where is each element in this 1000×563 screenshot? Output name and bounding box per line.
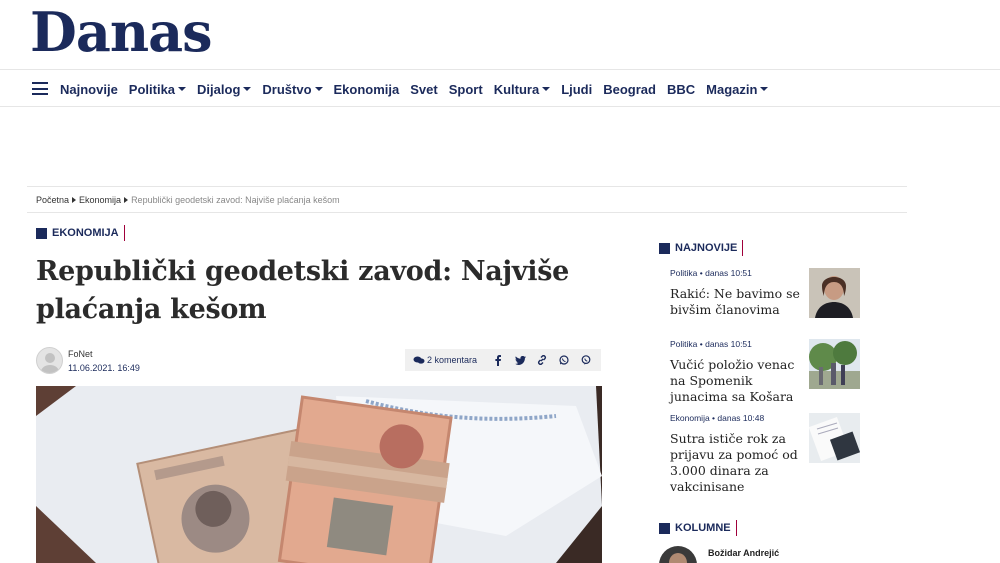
- latest-heading: NAJNOVIJE: [659, 240, 744, 256]
- nav-item-label: Svet: [410, 81, 438, 97]
- latest-item-title[interactable]: Sutra ističe rok za prijavu za pomoć od …: [670, 431, 804, 495]
- nav-item-label: Kultura: [493, 81, 540, 97]
- nav-item-label: Dijalog: [197, 81, 241, 97]
- article-date: 11.06.2021. 16:49: [68, 363, 140, 373]
- whatsapp-icon[interactable]: [553, 349, 575, 371]
- author-avatar: [36, 347, 63, 374]
- nav-items: Najnovije Politika Dijalog Društvo Ekonomija…: [60, 71, 779, 107]
- nav-item-label: Sport: [448, 81, 483, 97]
- breadcrumb-section[interactable]: Ekonomija: [79, 195, 121, 205]
- latest-item[interactable]: Ekonomija • danas 10:48 Sutra ističe rok…: [670, 413, 860, 495]
- nav-item-label: Društvo: [262, 81, 312, 97]
- nav-item[interactable]: Beograd: [603, 82, 656, 97]
- latest-item-thumbnail[interactable]: [809, 413, 860, 463]
- nav-item[interactable]: Dijalog: [197, 81, 252, 97]
- nav-item[interactable]: Sport: [449, 82, 483, 97]
- latest-item-thumbnail[interactable]: [809, 339, 860, 389]
- article-category-label: EKONOMIJA: [52, 227, 119, 239]
- category-square-icon: [36, 227, 47, 239]
- category-divider: [123, 225, 125, 241]
- nav-item-label: Beograd: [603, 81, 656, 97]
- latest-item[interactable]: Politika • danas 10:51 Rakić: Ne bavimo …: [670, 268, 860, 318]
- nav-item[interactable]: Ekonomija: [334, 82, 400, 97]
- column-author-name[interactable]: Božidar Andrejić: [708, 548, 779, 558]
- breadcrumb: Početna Ekonomija Republički geodetski z…: [27, 186, 907, 213]
- nav-item[interactable]: BBC: [667, 82, 695, 97]
- article-hero-image: [36, 386, 602, 563]
- comments-icon: [413, 356, 425, 364]
- nav-item-label: BBC: [666, 81, 696, 97]
- chevron-right-icon: [124, 196, 129, 203]
- chevron-right-icon: [72, 196, 77, 203]
- heading-square-icon: [659, 522, 670, 534]
- nav-item[interactable]: Svet: [410, 82, 437, 97]
- caret-down-icon: [760, 87, 769, 91]
- author-name[interactable]: FoNet: [68, 349, 93, 359]
- nav-item[interactable]: Politika: [128, 81, 187, 97]
- latest-heading-label: NAJNOVIJE: [675, 242, 738, 254]
- viber-icon[interactable]: [575, 349, 597, 371]
- page-title: Republički geodetski zavod: Najviše plać…: [36, 256, 570, 325]
- nav-item[interactable]: Ljudi: [561, 82, 592, 97]
- article-category[interactable]: EKONOMIJA: [36, 225, 125, 241]
- caret-down-icon: [243, 87, 252, 91]
- latest-item-thumbnail[interactable]: [809, 268, 860, 318]
- header-logo-bar: Danas: [0, 0, 1000, 70]
- latest-item[interactable]: Politika • danas 10:51 Vučić položio ven…: [670, 339, 860, 405]
- nav-item[interactable]: Magazin: [706, 81, 769, 97]
- heading-divider: [735, 520, 737, 536]
- hamburger-menu-icon[interactable]: [32, 82, 48, 95]
- link-icon[interactable]: [531, 349, 553, 371]
- latest-item-title[interactable]: Rakić: Ne bavimo se bivšim članovima: [670, 286, 804, 318]
- breadcrumb-home[interactable]: Početna: [36, 195, 69, 205]
- facebook-icon[interactable]: [487, 349, 509, 371]
- nav-item[interactable]: Najnovije: [60, 82, 118, 97]
- site-logo[interactable]: Danas: [30, 2, 212, 62]
- nav-item-label: Politika: [128, 81, 176, 97]
- nav-item[interactable]: Kultura: [494, 82, 551, 97]
- nav-item-label: Ekonomija: [333, 81, 400, 97]
- nav-item-label: Magazin: [706, 81, 758, 97]
- caret-down-icon: [178, 87, 187, 91]
- caret-down-icon: [542, 87, 551, 91]
- nav-item-label: Najnovije: [60, 81, 118, 97]
- columns-heading-label: KOLUMNE: [675, 522, 731, 534]
- comments-link[interactable]: 2 komentara: [413, 355, 477, 365]
- column-author-avatar[interactable]: [659, 546, 697, 563]
- caret-down-icon: [314, 87, 323, 91]
- heading-square-icon: [659, 242, 670, 254]
- twitter-icon[interactable]: [509, 349, 531, 371]
- heading-divider: [742, 240, 744, 256]
- nav-item[interactable]: Društvo: [262, 81, 323, 97]
- latest-item-title[interactable]: Vučić položio venac na Spomenik junacima…: [670, 357, 804, 405]
- share-bar: 2 komentara: [405, 349, 601, 371]
- main-nav: Najnovije Politika Dijalog Društvo Ekonomija…: [0, 71, 1000, 107]
- nav-item-label: Ljudi: [561, 81, 593, 97]
- breadcrumb-current: Republički geodetski zavod: Najviše plać…: [131, 194, 340, 205]
- columns-heading: KOLUMNE: [659, 520, 737, 536]
- comments-count: 2 komentara: [427, 355, 478, 365]
